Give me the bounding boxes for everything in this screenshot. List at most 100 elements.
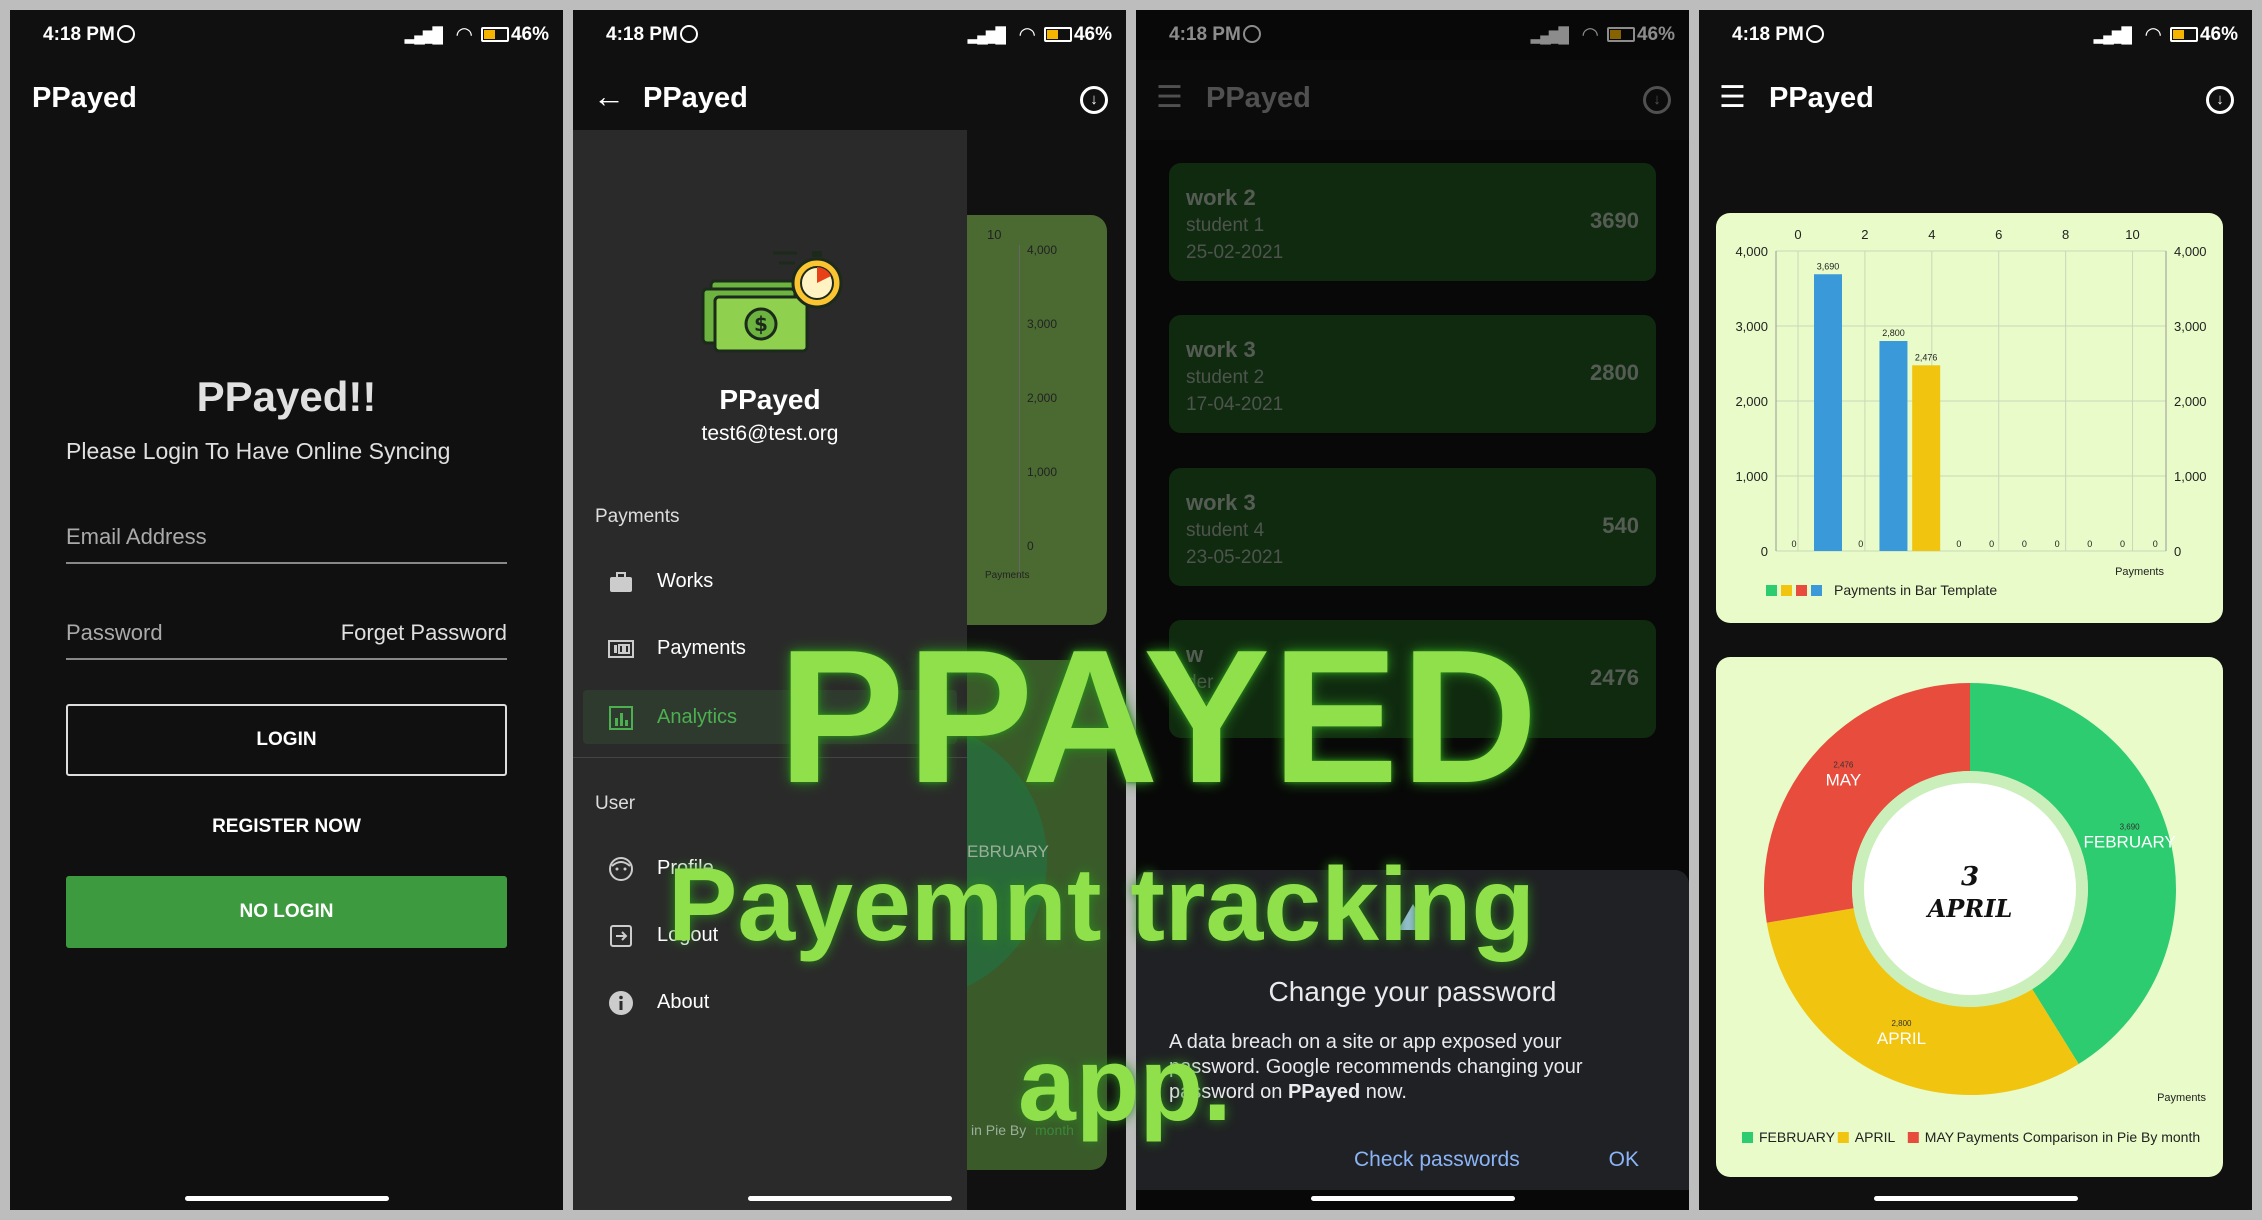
legend-swatch [1796,585,1807,596]
nav-label: Payments [657,637,746,659]
home-indicator[interactable] [747,1196,952,1201]
bar-peek-tick: 3,000 [1027,317,1058,331]
forgot-password-link[interactable]: Forget Password [341,620,507,646]
y-tick-label-right: 1,000 [2174,469,2207,484]
dialog-body: A data breach on a site or app exposed y… [1169,1031,1583,1103]
pie-peek-label: EBRUARY [967,842,1049,861]
battery-icon [2170,27,2198,42]
home-indicator[interactable] [184,1196,389,1201]
alarm-icon [117,25,135,43]
download-icon[interactable]: ↓ [2206,86,2234,114]
pie-chart-card-peek: EBRUARY in Pie By month [907,660,1107,1170]
logout-icon [610,925,632,947]
back-arrow-icon[interactable]: ← [593,78,625,115]
pie-value-label: 2,476 [1833,761,1854,770]
nav-item-profile[interactable]: Profile [573,841,967,895]
nav-item-works[interactable]: Works [573,554,967,608]
pie-peek-footer-month: month [1035,1122,1074,1138]
bar [1912,365,1941,551]
svg-text:$: $ [754,312,768,336]
ok-button[interactable]: OK [1609,1148,1639,1172]
nav-label: Works [657,570,714,592]
navigation-drawer: $ PPayed test6@test.org Payments Works P… [573,130,967,1210]
legend-swatch [1742,1132,1753,1143]
y-tick-label-left: 2,000 [1735,394,1768,409]
phone-login-screen: 4:18 PM ▂▄▆█ ◠ 46% PPayed PPayed!! Pleas… [10,10,563,1210]
bar-peek-tick: 2,000 [1027,391,1058,405]
bar [1814,274,1842,551]
menu-icon[interactable]: ☰ [1719,80,1746,115]
warning-icon [1398,904,1428,930]
nav-label: Analytics [657,706,738,728]
bar-value-label: 2,476 [1915,352,1938,362]
bar [1879,341,1908,551]
bar-value-label: 0 [2087,539,2092,549]
content-behind-drawer: 10 4,000 3,000 2,000 1,000 0 Payments EB… [907,130,1126,1210]
pie-peek-footer: in Pie By [971,1122,1027,1138]
legend-swatch [1766,585,1777,596]
battery-icon [481,27,509,42]
x-tick-label: 10 [2125,227,2139,242]
pie-chart-card: 3,690 FEBRUARY 2,800 APRIL 2,476 MAY 3 APRIL Pay… [1716,657,2223,1177]
bar-value-label: 3,690 [1817,261,1840,271]
password-field[interactable]: Password Forget Password [66,608,507,660]
home-indicator[interactable] [1310,1196,1515,1201]
bar-value-label: 0 [2055,539,2060,549]
x-tick-label: 2 [1861,227,1868,242]
bar-chart: 4,000 4,000 3,000 3,000 2,000 2,000 1,000 1,000… [1735,227,2207,598]
signal-icon: ▂▄▆█ [967,27,1006,44]
briefcase-icon [610,572,632,592]
nav-item-payments[interactable]: Payments [573,621,967,675]
wifi-icon: ◠ [2144,24,2162,46]
download-icon[interactable]: ↓ [1080,86,1108,114]
legend-label: FEBRUARY [1759,1129,1836,1145]
pie-slice-label: FEBRUARY [2084,832,2176,851]
legend-label: Payments in Bar Template [1834,582,1997,598]
bar-chart-card: 4,000 4,000 3,000 3,000 2,000 2,000 1,000 1,000… [1716,213,2223,623]
status-time: 4:18 PM [43,24,115,45]
legend-label: APRIL [1855,1129,1896,1145]
pie-slice-label: MAY [1826,771,1862,790]
x-tick-label: 4 [1928,227,1935,242]
money-stopwatch-logo-icon: $ [701,251,843,353]
no-login-button[interactable]: NO LOGIN [66,876,507,948]
bar-value-label: 0 [1956,539,1961,549]
legend-swatch [1837,1132,1849,1143]
y-tick-label-right: 0 [2174,544,2181,559]
phone-works-screen: 4:18 PM ▂▄▆█ ◠ 46% ☰ PPayed ↓ work 2 stu… [1136,10,1689,1210]
bar-chart-card-peek: 10 4,000 3,000 2,000 1,000 0 Payments [967,215,1107,625]
nav-item-logout[interactable]: Logout [573,908,967,962]
app-title: PPayed [1769,82,1874,114]
pie-value-label: 3,690 [2120,822,2141,831]
legend-swatch [1907,1132,1919,1143]
pie-value-label: 2,800 [1891,1019,1912,1028]
home-indicator[interactable] [1873,1196,2078,1201]
section-user-header: User [595,793,636,814]
status-bar: 4:18 PM ▂▄▆█ ◠ 46% [10,10,563,60]
nav-label: About [657,991,710,1013]
login-heading: PPayed!! [196,373,377,420]
y-tick-label-left: 3,000 [1735,319,1768,334]
wifi-icon: ◠ [1018,24,1036,46]
phone-drawer-screen: 4:18 PM ▂▄▆█ ◠ 46% ← PPayed ↓ 10 4,000 3… [573,10,1126,1210]
nav-label: Profile [657,857,714,879]
legend-label: MAY [1925,1129,1955,1145]
drawer-divider [573,757,967,758]
battery-percent: 46% [2199,24,2238,45]
battery-percent: 46% [510,24,549,45]
nav-item-about[interactable]: About [573,975,967,1029]
y-tick-label-right: 3,000 [2174,319,2207,334]
check-passwords-button[interactable]: Check passwords [1354,1148,1520,1172]
register-button[interactable]: REGISTER NOW [10,816,563,838]
bar-peek-tick: 0 [1027,539,1034,553]
app-title: PPayed [643,82,748,114]
email-placeholder: Email Address [66,524,207,549]
email-field[interactable]: Email Address [66,512,507,564]
login-button[interactable]: LOGIN [66,704,507,776]
nav-item-analytics[interactable]: Analytics [583,690,957,744]
app-bar: ☰ PPayed ↓ [1699,60,2252,140]
signal-icon: ▂▄▆█ [404,27,443,44]
y-tick-label-left: 4,000 [1735,244,1768,259]
app-bar: ← PPayed ↓ [573,60,1126,140]
alarm-icon [1806,25,1824,43]
